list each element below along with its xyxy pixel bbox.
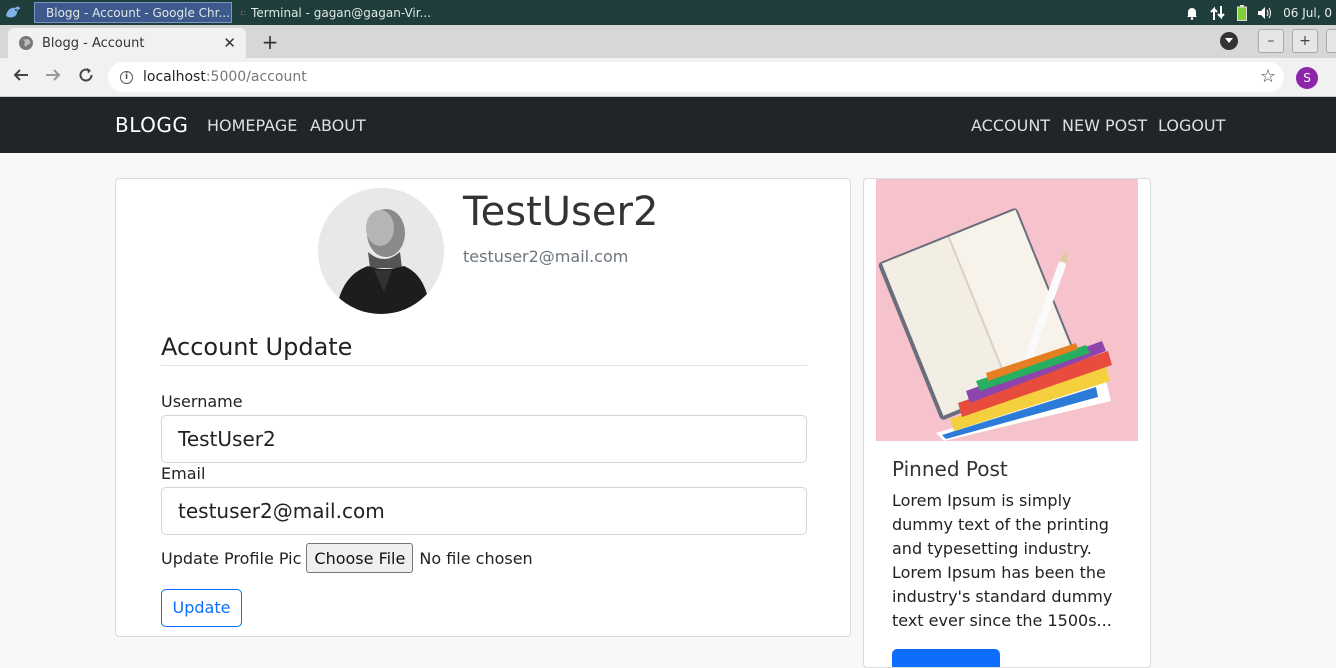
- profile-avatar-image: [318, 188, 444, 314]
- bell-icon[interactable]: [1185, 6, 1199, 20]
- network-icon[interactable]: [1209, 5, 1227, 21]
- tab-search-icon[interactable]: [1220, 32, 1238, 50]
- profile-pic-label: Update Profile Pic: [161, 548, 302, 568]
- address-bar[interactable]: i localhost:5000/account ☆: [108, 62, 1284, 92]
- pinned-post-title: Pinned Post: [892, 457, 1008, 481]
- taskbar-item-label: Terminal - gagan@gagan-Vir...: [251, 5, 431, 20]
- nav-link-about[interactable]: ABOUT: [310, 116, 366, 135]
- nav-link-account[interactable]: ACCOUNT: [971, 116, 1050, 135]
- os-taskbar: Blogg - Account - Google Chr... Terminal…: [0, 0, 1336, 25]
- pinned-post-card: Pinned Post Lorem Ipsum is simply dummy …: [863, 178, 1151, 668]
- taskbar-item-chrome[interactable]: Blogg - Account - Google Chr...: [34, 2, 232, 23]
- system-tray: 06 Jul, 0: [1185, 0, 1336, 25]
- pinned-post-button[interactable]: [892, 649, 1000, 667]
- bookmark-star-icon[interactable]: ☆: [1260, 66, 1276, 87]
- back-arrow-icon[interactable]: [10, 66, 32, 88]
- minimize-button[interactable]: –: [1258, 29, 1284, 53]
- terminal-icon: [241, 10, 246, 15]
- nav-link-homepage[interactable]: HOMEPAGE: [207, 116, 297, 135]
- xfce-menu-icon[interactable]: [4, 4, 22, 21]
- choose-file-button[interactable]: Choose File: [306, 543, 414, 573]
- reload-icon[interactable]: [75, 66, 97, 88]
- update-button[interactable]: Update: [161, 589, 242, 627]
- window-controls: – +: [1220, 29, 1336, 53]
- email-input[interactable]: testuser2@mail.com: [161, 487, 807, 535]
- battery-icon[interactable]: [1237, 4, 1248, 21]
- profile-avatar[interactable]: S: [1296, 67, 1318, 89]
- close-window-button[interactable]: [1326, 29, 1336, 53]
- site-info-icon[interactable]: i: [120, 70, 133, 84]
- forward-arrow-icon[interactable]: [42, 66, 64, 88]
- taskbar-item-label: Blogg - Account - Google Chr...: [46, 5, 230, 20]
- maximize-button[interactable]: +: [1292, 29, 1318, 53]
- clock[interactable]: 06 Jul, 0: [1283, 6, 1332, 20]
- username-label: Username: [161, 392, 243, 411]
- account-card: TestUser2 testuser2@mail.com Account Upd…: [115, 178, 851, 637]
- volume-icon[interactable]: [1257, 6, 1273, 20]
- url-path: :5000/account: [205, 69, 307, 85]
- brand-link[interactable]: BLOGG: [115, 113, 188, 137]
- new-tab-button[interactable]: +: [258, 31, 282, 53]
- form-legend: Account Update: [161, 333, 807, 366]
- account-username: TestUser2: [463, 189, 659, 235]
- browser-toolbar: i localhost:5000/account ☆ S: [0, 58, 1336, 97]
- pinned-post-image: [876, 179, 1138, 441]
- browser-tab[interactable]: Blogg - Account ✕: [8, 28, 246, 58]
- globe-icon: [19, 36, 33, 50]
- pinned-post-text: Lorem Ipsum is simply dummy text of the …: [892, 491, 1113, 630]
- nav-link-logout[interactable]: LOGOUT: [1158, 116, 1225, 135]
- browser-tabstrip: Blogg - Account ✕ + – +: [0, 25, 1336, 58]
- close-tab-icon[interactable]: ✕: [223, 34, 236, 52]
- url-host: localhost: [143, 69, 206, 85]
- account-email: testuser2@mail.com: [463, 247, 629, 266]
- email-label: Email: [161, 464, 206, 483]
- tab-title: Blogg - Account: [42, 35, 145, 51]
- profile-pic-row: Update Profile Pic Choose File No file c…: [161, 543, 533, 573]
- nav-link-new-post[interactable]: NEW POST: [1062, 116, 1147, 135]
- site-navbar: BLOGG HOMEPAGE ABOUT ACCOUNT NEW POST LO…: [0, 97, 1336, 153]
- username-input[interactable]: TestUser2: [161, 415, 807, 463]
- file-status: No file chosen: [419, 548, 533, 568]
- taskbar-item-terminal[interactable]: Terminal - gagan@gagan-Vir...: [236, 2, 436, 23]
